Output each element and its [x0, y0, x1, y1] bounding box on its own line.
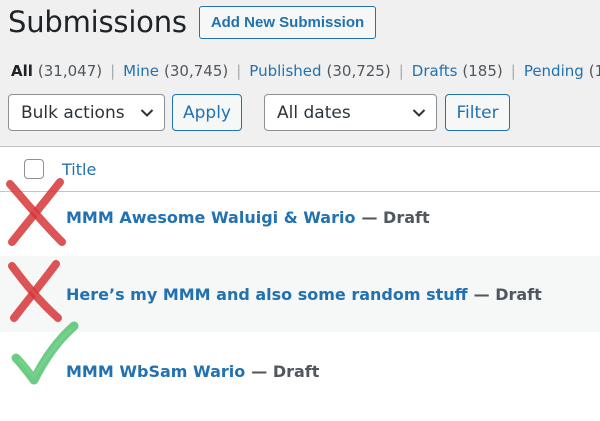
table-row: MMM WbSam Wario — Draft	[0, 332, 600, 410]
filter-label: Published	[249, 62, 322, 80]
filter-separator: |	[236, 62, 242, 80]
apply-button[interactable]: Apply	[172, 94, 242, 131]
chevron-down-icon	[140, 108, 154, 117]
page-header: Submissions Add New Submission	[8, 4, 377, 39]
status-filter-links: All (31,047) | Mine (30,745) | Published…	[11, 62, 600, 80]
filter-all[interactable]: All (31,047)	[11, 62, 102, 80]
filter-count: (116)	[588, 62, 600, 80]
red-x-mark-icon	[6, 178, 66, 246]
bulk-actions-value: Bulk actions	[21, 102, 125, 123]
filter-label: Drafts	[411, 62, 458, 80]
page-title: Submissions	[8, 4, 187, 39]
row-title-link[interactable]: MMM WbSam Wario	[66, 362, 245, 381]
dates-select[interactable]: All dates	[264, 94, 437, 131]
filter-published[interactable]: Published (30,725)	[249, 62, 390, 80]
filter-pending[interactable]: Pending (116)	[524, 62, 600, 80]
filter-label: All	[11, 62, 33, 80]
filter-count: (185)	[462, 62, 503, 80]
filter-separator: |	[398, 62, 404, 80]
red-x-mark-icon	[8, 260, 62, 322]
filter-label: Pending	[523, 62, 584, 80]
bulk-actions-select[interactable]: Bulk actions	[8, 94, 165, 131]
filter-count: (30,725)	[326, 62, 391, 80]
filter-count: (31,047)	[37, 62, 103, 80]
green-check-mark-icon	[11, 321, 79, 385]
select-all-checkbox[interactable]	[24, 159, 44, 179]
tablenav: Bulk actions Apply All dates Filter	[8, 94, 510, 131]
filter-count: (30,745)	[164, 62, 229, 80]
post-state: — Draft	[251, 361, 320, 381]
post-state: — Draft	[473, 284, 542, 304]
chevron-down-icon	[412, 108, 426, 117]
post-state: — Draft	[361, 207, 430, 227]
filter-drafts[interactable]: Drafts (185)	[412, 62, 503, 80]
table-row: Here’s my MMM and also some random stuff…	[0, 256, 600, 332]
filter-mine[interactable]: Mine (30,745)	[123, 62, 228, 80]
column-title-sort[interactable]: Title	[62, 160, 96, 179]
row-title-link[interactable]: MMM Awesome Waluigi & Wario	[66, 208, 355, 227]
row-title-link[interactable]: Here’s my MMM and also some random stuff	[66, 285, 468, 304]
filter-button[interactable]: Filter	[445, 94, 510, 131]
add-new-submission-button[interactable]: Add New Submission	[198, 6, 377, 39]
filter-separator: |	[110, 62, 116, 80]
filter-label: Mine	[123, 62, 160, 80]
submissions-table: Title MMM Awesome Waluigi & Wario — Draf…	[0, 146, 600, 421]
dates-value: All dates	[277, 102, 351, 123]
filter-separator: |	[510, 62, 516, 80]
table-row: MMM Awesome Waluigi & Wario — Draft	[0, 178, 600, 256]
